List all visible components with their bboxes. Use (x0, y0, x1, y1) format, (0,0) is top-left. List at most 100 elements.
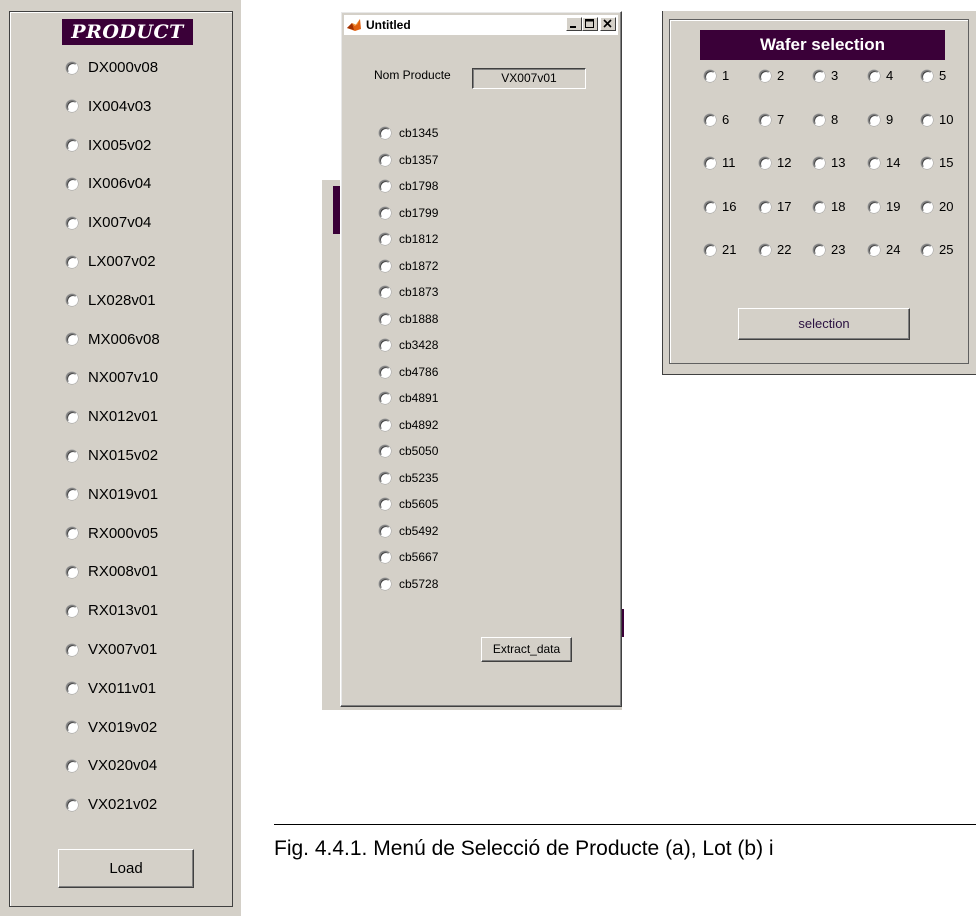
radio-button-icon[interactable] (66, 721, 78, 734)
radio-button-icon[interactable] (704, 113, 716, 126)
radio-button-icon[interactable] (66, 410, 78, 423)
radio-button-icon[interactable] (813, 200, 825, 213)
radio-button-icon[interactable] (704, 243, 716, 256)
product-option[interactable]: LX007v02 (66, 253, 156, 270)
radio-button-icon[interactable] (379, 471, 391, 484)
wafer-option[interactable]: 1 (704, 68, 729, 83)
product-option[interactable]: IX006v04 (66, 175, 151, 192)
wafer-option[interactable]: 21 (704, 242, 736, 257)
radio-button-icon[interactable] (66, 449, 78, 462)
wafer-option[interactable]: 12 (759, 155, 791, 170)
product-option[interactable]: IX004v03 (66, 98, 151, 115)
radio-button-icon[interactable] (759, 69, 771, 82)
radio-button-icon[interactable] (704, 69, 716, 82)
product-option[interactable]: IX007v04 (66, 214, 151, 231)
radio-button-icon[interactable] (379, 498, 391, 510)
wafer-option[interactable]: 6 (704, 112, 729, 127)
radio-button-icon[interactable] (704, 200, 716, 213)
radio-button-icon[interactable] (379, 233, 391, 245)
wafer-option[interactable]: 4 (868, 68, 893, 83)
lot-option[interactable]: cb4891 (379, 391, 438, 405)
wafer-option[interactable]: 25 (921, 242, 953, 257)
wafer-option[interactable]: 23 (813, 242, 845, 257)
product-option[interactable]: NX015v02 (66, 447, 158, 464)
radio-button-icon[interactable] (379, 524, 391, 537)
wafer-option[interactable]: 24 (868, 242, 900, 257)
radio-button-icon[interactable] (868, 243, 880, 256)
lot-option[interactable]: cb3428 (379, 338, 438, 352)
lot-option[interactable]: cb1872 (379, 259, 438, 273)
wafer-option[interactable]: 17 (759, 199, 791, 214)
load-button[interactable]: Load (58, 849, 194, 888)
lot-option[interactable]: cb4786 (379, 365, 438, 379)
radio-button-icon[interactable] (759, 243, 771, 256)
product-option[interactable]: VX011v01 (66, 680, 156, 697)
wafer-option[interactable]: 15 (921, 155, 953, 170)
wafer-option[interactable]: 9 (868, 112, 893, 127)
radio-button-icon[interactable] (759, 156, 771, 169)
wafer-option[interactable]: 18 (813, 199, 845, 214)
radio-button-icon[interactable] (379, 339, 391, 351)
radio-button-icon[interactable] (813, 113, 825, 126)
lot-option[interactable]: cb5492 (379, 524, 438, 538)
lot-option[interactable]: cb5667 (379, 550, 438, 564)
radio-button-icon[interactable] (379, 286, 391, 298)
radio-button-icon[interactable] (66, 61, 78, 74)
wafer-option[interactable]: 22 (759, 242, 791, 257)
close-button[interactable] (600, 17, 616, 31)
wafer-option[interactable]: 11 (704, 155, 736, 170)
radio-button-icon[interactable] (379, 206, 391, 219)
wafer-option[interactable]: 16 (704, 199, 736, 214)
radio-button-icon[interactable] (379, 392, 391, 404)
extract-data-button[interactable]: Extract_data (481, 637, 572, 662)
radio-button-icon[interactable] (921, 243, 933, 256)
radio-button-icon[interactable] (379, 127, 391, 139)
lot-option[interactable]: cb4892 (379, 418, 438, 432)
minimize-button[interactable] (566, 17, 582, 31)
product-option[interactable]: RX013v01 (66, 602, 158, 619)
lot-option[interactable]: cb5605 (379, 497, 438, 511)
radio-button-icon[interactable] (66, 604, 78, 617)
product-option[interactable]: NX019v01 (66, 486, 158, 503)
radio-button-icon[interactable] (379, 180, 391, 192)
product-option[interactable]: VX020v04 (66, 757, 157, 774)
lot-option[interactable]: cb5235 (379, 471, 438, 485)
radio-button-icon[interactable] (66, 177, 78, 190)
radio-button-icon[interactable] (66, 100, 78, 113)
radio-button-icon[interactable] (868, 200, 880, 213)
maximize-button[interactable] (582, 17, 598, 31)
radio-button-icon[interactable] (66, 216, 78, 229)
radio-button-icon[interactable] (379, 365, 391, 378)
radio-button-icon[interactable] (813, 243, 825, 256)
radio-button-icon[interactable] (379, 445, 391, 457)
radio-button-icon[interactable] (759, 200, 771, 213)
radio-button-icon[interactable] (379, 153, 391, 166)
product-option[interactable]: DX000v08 (66, 59, 158, 76)
product-option[interactable]: RX000v05 (66, 525, 158, 542)
radio-button-icon[interactable] (868, 69, 880, 82)
wafer-option[interactable]: 19 (868, 199, 900, 214)
wafer-option[interactable]: 5 (921, 68, 946, 83)
product-option[interactable]: RX008v01 (66, 563, 158, 580)
wafer-option[interactable]: 14 (868, 155, 900, 170)
lot-option[interactable]: cb1798 (379, 179, 438, 193)
radio-button-icon[interactable] (379, 551, 391, 563)
radio-button-icon[interactable] (813, 69, 825, 82)
product-option[interactable]: MX006v08 (66, 331, 160, 348)
lot-option[interactable]: cb1888 (379, 312, 438, 326)
product-option[interactable]: VX021v02 (66, 796, 157, 813)
radio-button-icon[interactable] (868, 113, 880, 126)
radio-button-icon[interactable] (921, 200, 933, 213)
lot-option[interactable]: cb1799 (379, 206, 438, 220)
radio-button-icon[interactable] (66, 798, 78, 811)
lot-option[interactable]: cb1345 (379, 126, 438, 140)
radio-button-icon[interactable] (921, 156, 933, 169)
radio-button-icon[interactable] (813, 156, 825, 169)
product-option[interactable]: VX019v02 (66, 719, 157, 736)
lot-option[interactable]: cb5050 (379, 444, 438, 458)
radio-button-icon[interactable] (66, 682, 78, 695)
product-option[interactable]: VX007v01 (66, 641, 157, 658)
lot-option[interactable]: cb1873 (379, 285, 438, 299)
wafer-option[interactable]: 20 (921, 199, 953, 214)
lot-option[interactable]: cb5728 (379, 577, 438, 591)
